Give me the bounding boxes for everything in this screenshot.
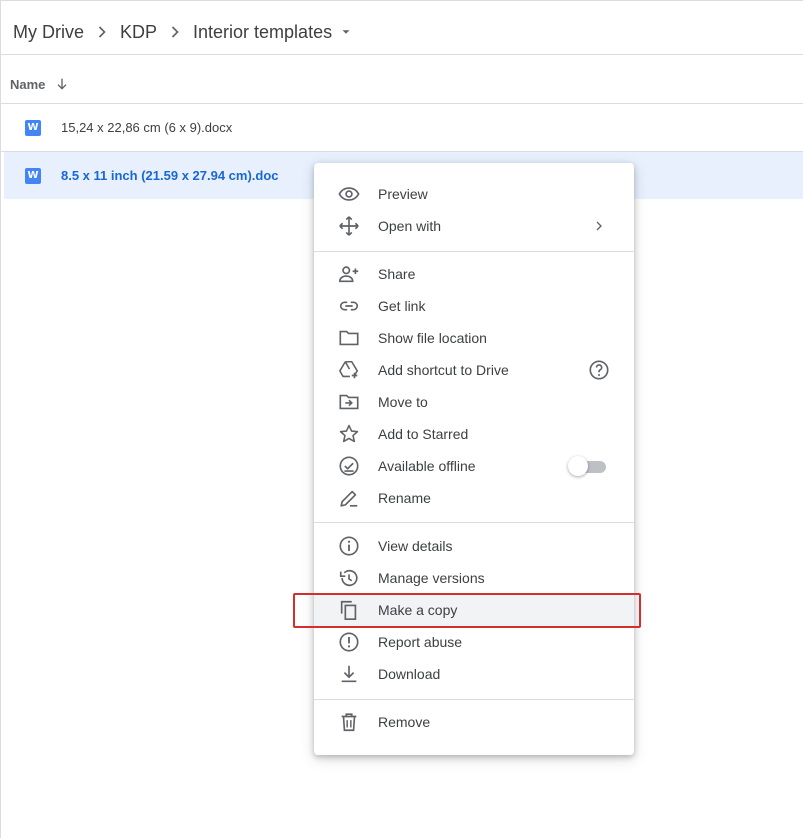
menu-item-label: Preview: [378, 186, 428, 202]
menu-item-label: Add to Starred: [378, 426, 469, 442]
menu-separator: [314, 251, 634, 252]
chevron-right-icon: [90, 20, 114, 44]
offline-toggle[interactable]: [568, 456, 606, 476]
pencil-icon: [338, 487, 360, 509]
menu-item-remove[interactable]: Remove: [314, 706, 634, 738]
star-icon: [338, 423, 360, 445]
menu-item-label: Rename: [378, 490, 431, 506]
chevron-right-icon: [588, 215, 610, 237]
person-add-icon: [338, 263, 360, 285]
file-name: 15,24 x 22,86 cm (6 x 9).docx: [61, 120, 233, 135]
breadcrumb-interior-templates[interactable]: Interior templates: [193, 22, 332, 43]
menu-item-label: Available offline: [378, 458, 476, 474]
caret-down-icon[interactable]: [334, 20, 358, 44]
menu-item-open-with[interactable]: Open with: [314, 210, 634, 242]
menu-item-view-details[interactable]: View details: [314, 530, 634, 562]
menu-item-label: Manage versions: [378, 570, 485, 586]
context-menu: Preview Open with Share Get link Show fi…: [314, 163, 634, 755]
menu-separator: [314, 699, 634, 700]
file-name: 8.5 x 11 inch (21.59 x 27.94 cm).doc: [61, 168, 279, 183]
link-icon: [338, 295, 360, 317]
menu-item-label: Share: [378, 266, 416, 282]
menu-item-move-to[interactable]: Move to: [314, 386, 634, 418]
menu-item-label: Add shortcut to Drive: [378, 362, 509, 378]
offline-check-icon: [338, 455, 360, 477]
word-doc-icon: W: [25, 167, 41, 184]
info-icon: [338, 535, 360, 557]
menu-item-label: Make a copy: [378, 602, 458, 618]
menu-separator: [314, 522, 634, 523]
menu-item-label: Report abuse: [378, 634, 463, 650]
menu-item-make-a-copy[interactable]: Make a copy: [314, 594, 634, 626]
move-arrows-icon: [338, 215, 360, 237]
file-row[interactable]: W 15,24 x 22,86 cm (6 x 9).docx: [4, 104, 803, 151]
menu-item-preview[interactable]: Preview: [314, 178, 634, 210]
menu-item-manage-versions[interactable]: Manage versions: [314, 562, 634, 594]
column-header-name[interactable]: Name: [10, 73, 71, 95]
menu-item-label: Show file location: [378, 330, 487, 346]
history-icon: [338, 567, 360, 589]
breadcrumb-my-drive[interactable]: My Drive: [13, 22, 84, 43]
menu-item-get-link[interactable]: Get link: [314, 290, 634, 322]
menu-item-add-to-starred[interactable]: Add to Starred: [314, 418, 634, 450]
menu-item-label: View details: [378, 538, 453, 554]
menu-item-label: Open with: [378, 218, 442, 234]
trash-icon: [338, 711, 360, 733]
menu-item-label: Move to: [378, 394, 428, 410]
menu-item-report-abuse[interactable]: Report abuse: [314, 626, 634, 658]
menu-item-download[interactable]: Download: [314, 658, 634, 690]
help-icon[interactable]: [588, 359, 610, 381]
report-icon: [338, 631, 360, 653]
menu-item-label: Get link: [378, 298, 426, 314]
folder-move-icon: [338, 391, 360, 413]
chevron-right-icon: [163, 20, 187, 44]
drive-shortcut-icon: [338, 359, 360, 381]
toggle-thumb: [568, 456, 588, 476]
arrow-down-icon[interactable]: [53, 75, 71, 93]
word-doc-icon: W: [25, 119, 41, 136]
breadcrumb: My Drive KDP Interior templates: [13, 19, 358, 45]
drive-file-list-page: My Drive KDP Interior templates Name W 1…: [0, 0, 803, 838]
menu-item-share[interactable]: Share: [314, 258, 634, 290]
menu-item-add-shortcut[interactable]: Add shortcut to Drive: [314, 354, 634, 386]
breadcrumb-kdp[interactable]: KDP: [120, 22, 157, 43]
menu-item-rename[interactable]: Rename: [314, 482, 634, 514]
copy-icon: [338, 599, 360, 621]
menu-item-label: Download: [378, 666, 441, 682]
menu-item-available-offline[interactable]: Available offline: [314, 450, 634, 482]
menu-item-label: Remove: [378, 714, 431, 730]
download-icon: [338, 663, 360, 685]
folder-icon: [338, 327, 360, 349]
header-divider: [1, 54, 803, 55]
column-name-label: Name: [10, 76, 46, 92]
menu-item-show-file-location[interactable]: Show file location: [314, 322, 634, 354]
eye-icon: [338, 183, 360, 205]
